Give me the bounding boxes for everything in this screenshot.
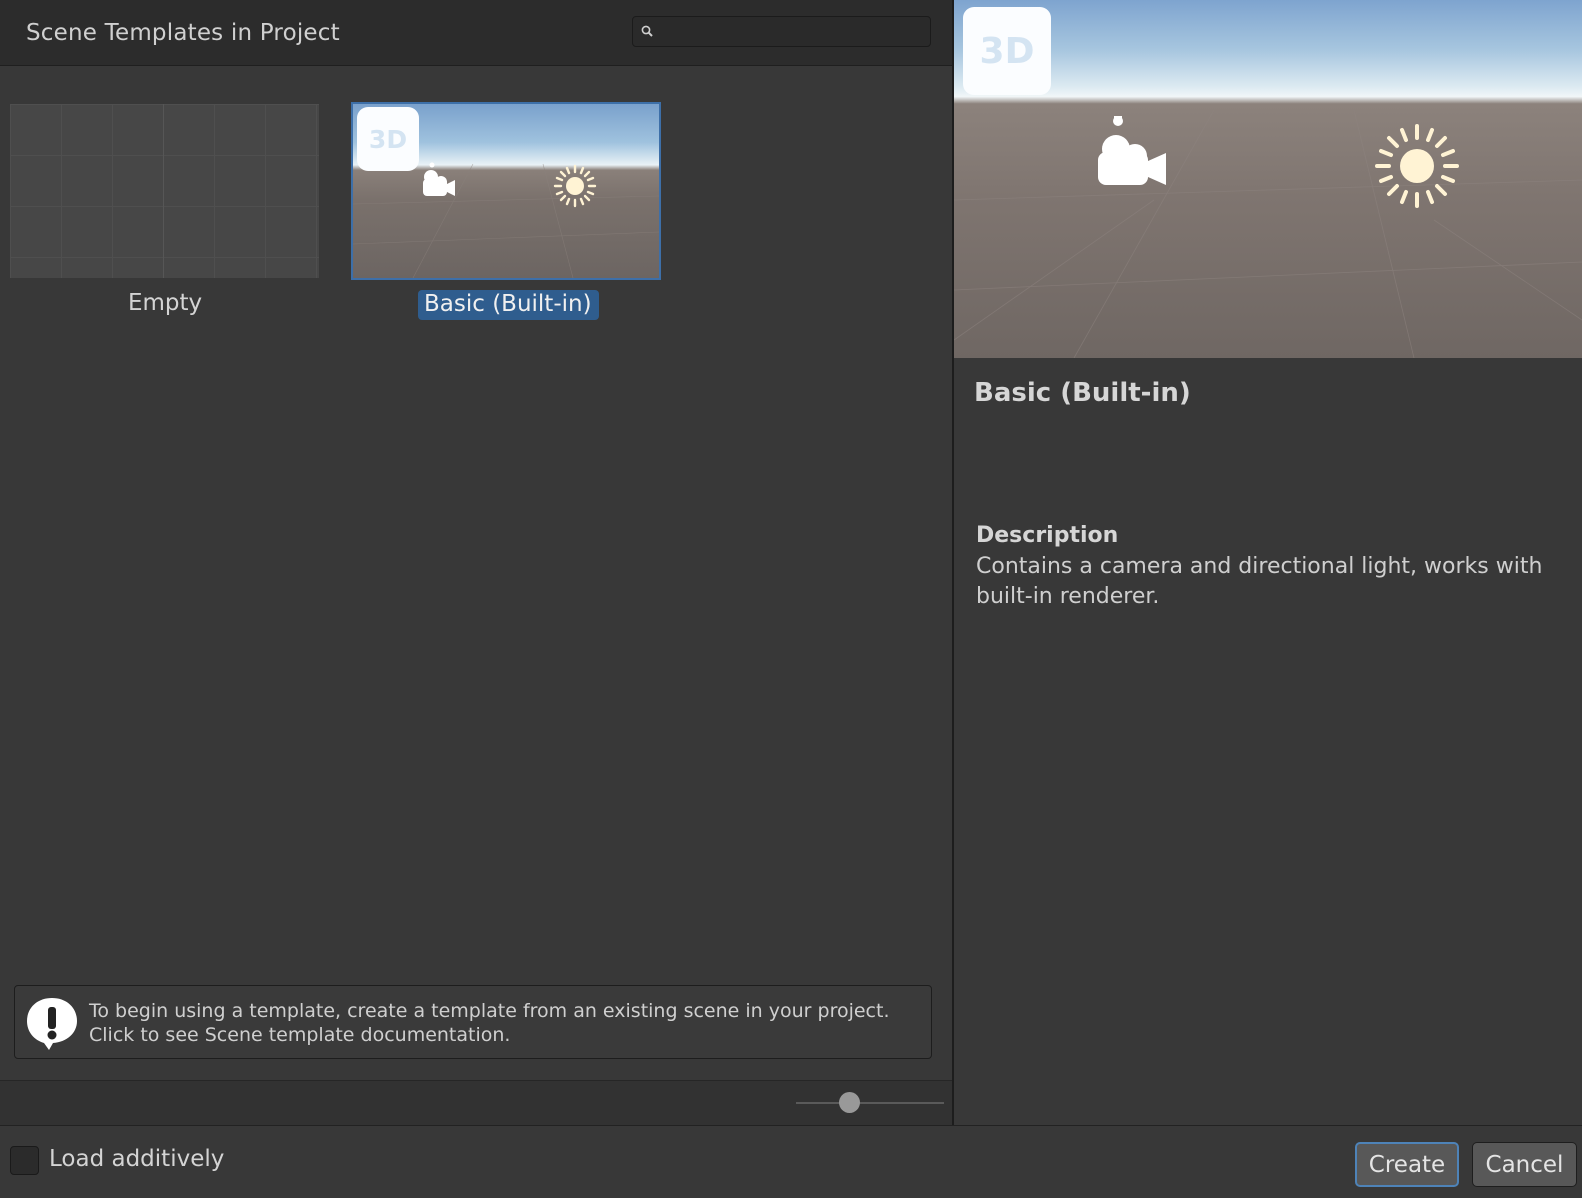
- help-line-2: Click to see Scene template documentatio…: [89, 1024, 511, 1046]
- cancel-button[interactable]: Cancel: [1472, 1142, 1577, 1187]
- warning-bubble-icon: [27, 998, 77, 1050]
- description-text: Contains a camera and directional light,…: [976, 554, 1543, 609]
- template-detail-title: Basic (Built-in): [974, 378, 1191, 408]
- documentation-help-box[interactable]: To begin using a template, create a temp…: [14, 985, 932, 1059]
- empty-template-thumbnail[interactable]: [10, 104, 319, 278]
- dialog-footer: Load additively Create Cancel: [0, 1125, 1582, 1198]
- help-line-1: To begin using a template, create a temp…: [89, 1000, 890, 1022]
- camera-icon: [1098, 116, 1166, 185]
- load-additively-label[interactable]: Load additively: [49, 1146, 224, 1172]
- template-list-header: Scene Templates in Project: [0, 0, 952, 66]
- description-heading: Description: [976, 523, 1119, 548]
- grid-line: [163, 104, 164, 278]
- template-list-pane: Scene Templates in Project Empty 3D Basi…: [0, 0, 952, 1125]
- create-button[interactable]: Create: [1355, 1142, 1459, 1187]
- 3d-badge-icon: 3D: [963, 7, 1051, 95]
- zoom-footer: [0, 1080, 952, 1125]
- thumbnail-size-slider-track[interactable]: [796, 1102, 944, 1104]
- template-grid: Empty 3D Basic (Built-in): [0, 66, 952, 981]
- sun-icon: [1375, 124, 1459, 208]
- template-detail-pane: 3D Basic (Built-in) Description Contains…: [954, 0, 1582, 1125]
- camera-icon: [423, 162, 455, 196]
- 3d-badge-icon: 3D: [357, 107, 419, 171]
- template-label-basic[interactable]: Basic (Built-in): [418, 290, 599, 320]
- sun-icon: [553, 164, 597, 208]
- search-input[interactable]: [632, 16, 931, 47]
- page-title: Scene Templates in Project: [26, 20, 340, 46]
- template-label-empty[interactable]: Empty: [128, 290, 202, 316]
- basic-template-thumbnail[interactable]: 3D: [351, 102, 661, 280]
- template-preview-image: 3D: [954, 0, 1582, 358]
- load-additively-checkbox[interactable]: [10, 1146, 39, 1175]
- documentation-help-text: To begin using a template, create a temp…: [89, 999, 890, 1047]
- thumbnail-size-slider-handle[interactable]: [839, 1092, 860, 1113]
- search-icon: [641, 25, 653, 37]
